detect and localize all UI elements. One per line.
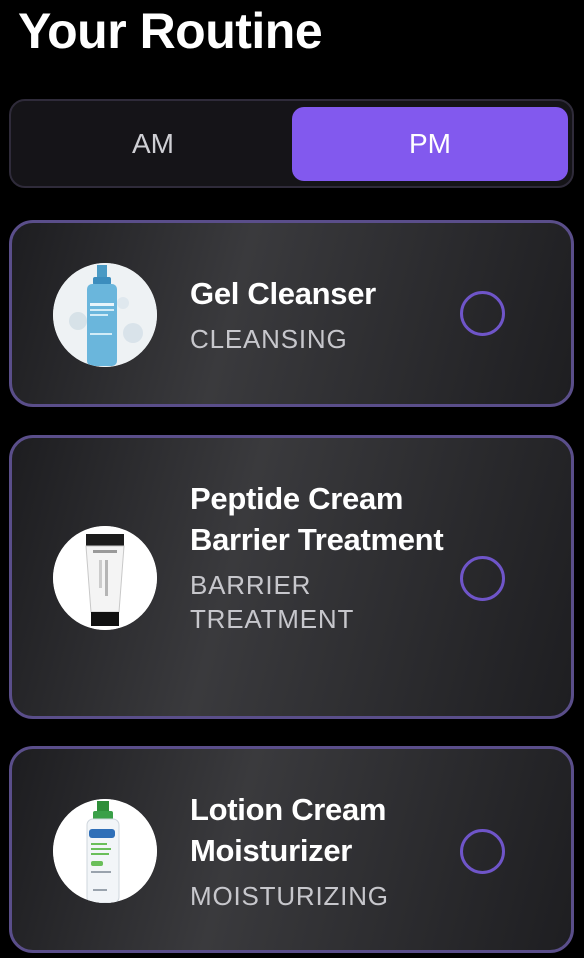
product-category: BARRIER TREATMENT [190,570,355,634]
complete-checkbox[interactable] [460,291,505,336]
complete-checkbox[interactable] [460,556,505,601]
product-name: Gel Cleanser [190,276,376,311]
product-name: Peptide Cream Barrier Treatment [190,481,444,557]
product-name: Lotion Cream Moisturizer [190,792,387,868]
am-tab[interactable]: AM [17,107,289,181]
routine-card-lotion-moisturizer[interactable]: Lotion Cream Moisturizer MOISTURIZING [9,746,574,953]
lotion-bottle-icon [53,799,157,903]
product-category: CLEANSING [190,324,348,354]
product-category: MOISTURIZING [190,881,389,911]
page-title: Your Routine [18,3,323,59]
cleanser-bottle-icon [53,263,157,367]
complete-checkbox[interactable] [460,829,505,874]
cream-tube-icon [53,526,157,630]
pm-tab[interactable]: PM [292,107,568,181]
am-pm-segmented-control: AM PM [9,99,574,188]
routine-card-peptide-cream[interactable]: Peptide Cream Barrier Treatment BARRIER … [9,435,574,719]
routine-card-gel-cleanser[interactable]: Gel Cleanser CLEANSING [9,220,574,407]
